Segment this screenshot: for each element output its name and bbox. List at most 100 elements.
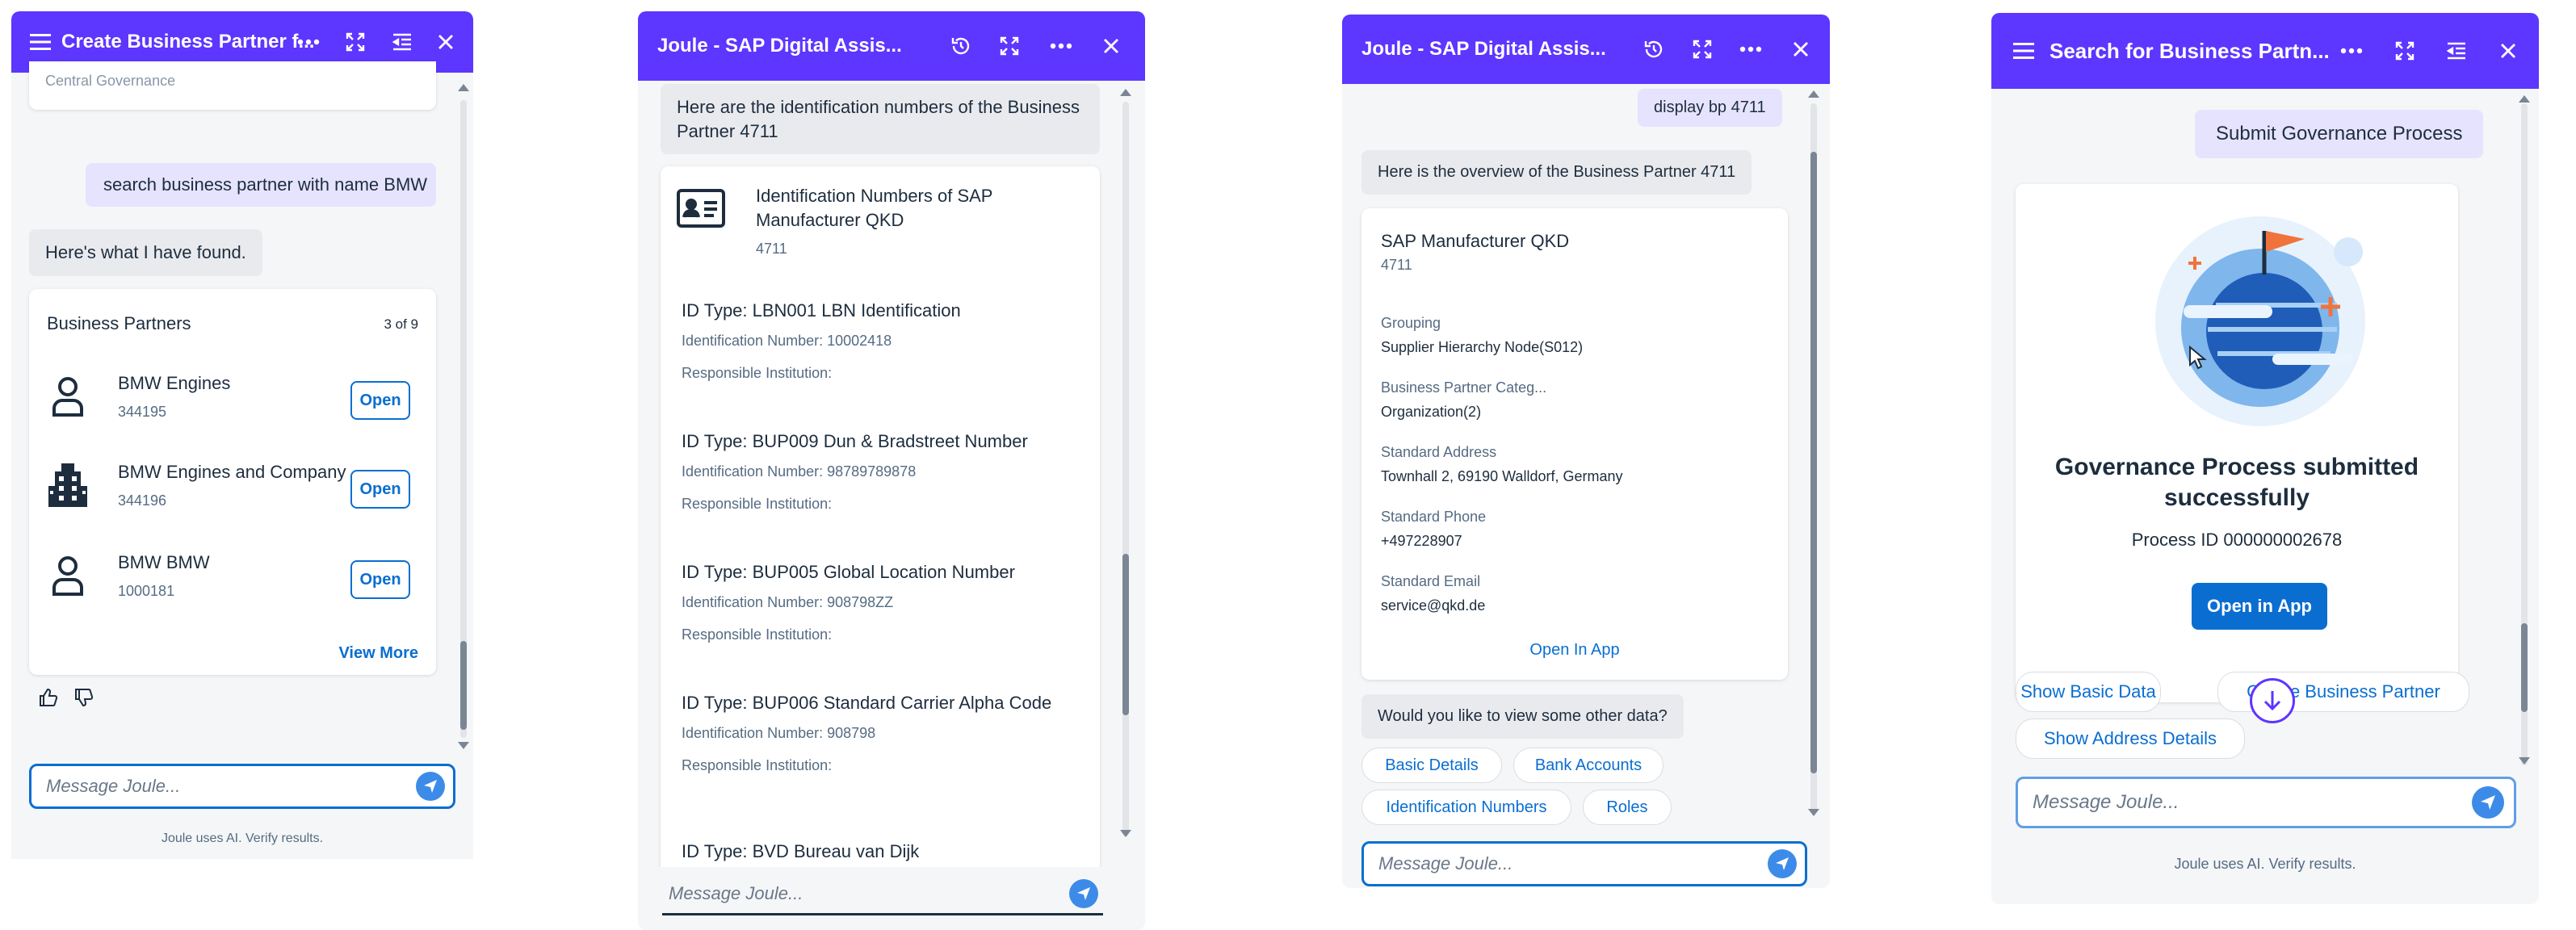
bot-message: Here is the overview of the Business Par… [1361, 150, 1752, 195]
message-input[interactable]: Message Joule... [1361, 841, 1807, 886]
identification-numbers-card: Identification Numbers of SAP Manufactur… [661, 166, 1100, 877]
bot-question: Would you like to view some other data? [1361, 694, 1684, 739]
id-number: Identification Number: 10002418 [682, 333, 892, 349]
view-more-link[interactable]: View More [338, 644, 418, 663]
bot-message-line2: Partner 4711 [677, 120, 778, 141]
open-in-app-link[interactable]: Open In App [1361, 641, 1788, 660]
more-options-icon[interactable] [2337, 36, 2366, 65]
open-button[interactable]: Open [350, 560, 410, 599]
open-in-app-button[interactable]: Open in App [2192, 583, 2327, 630]
person-icon [52, 555, 84, 600]
field-value: Townhall 2, 69190 Walldorf, Germany [1381, 468, 1623, 484]
id-type: ID Type: LBN001 LBN Identification [682, 300, 961, 320]
chip-show-address-details[interactable]: Show Address Details [2016, 718, 2245, 759]
scroll-to-bottom-icon[interactable] [2250, 678, 2295, 723]
partial-text: Central Governance [45, 73, 176, 89]
scrollbar[interactable] [460, 100, 467, 738]
panel-title: Create Business Partner f... [61, 31, 315, 52]
list-item[interactable]: BMW BMW 1000181 Open [29, 541, 436, 622]
menu-icon[interactable] [26, 27, 55, 57]
scrollbar[interactable] [2521, 103, 2528, 765]
fullscreen-icon[interactable] [2390, 36, 2419, 65]
scroll-up-arrow[interactable] [1120, 89, 1131, 96]
id-type-entry: ID Type: BUP009 Dun & Bradstreet Number … [661, 431, 1100, 528]
close-icon[interactable] [1097, 31, 1126, 61]
id-type: ID Type: BUP009 Dun & Bradstreet Number [682, 431, 1028, 451]
more-options-icon[interactable] [294, 27, 323, 57]
joule-panel-overview: Joule - SAP Digital Assis... display bp … [1342, 15, 1830, 888]
fullscreen-icon[interactable] [1688, 35, 1717, 64]
field-label: Business Partner Categ... [1381, 379, 1547, 396]
collapse-panel-icon[interactable] [388, 27, 417, 57]
chip-bank-accounts[interactable]: Bank Accounts [1513, 748, 1663, 783]
business-partner-overview-card: SAP Manufacturer QKD 4711 Grouping Suppl… [1361, 208, 1788, 680]
id-number: Identification Number: 908798 [682, 725, 876, 741]
scroll-up-arrow[interactable] [2519, 95, 2530, 103]
history-icon[interactable] [1639, 35, 1668, 64]
item-name: BMW Engines [118, 373, 231, 393]
list-item[interactable]: BMW Engines and Company 344196 Open [29, 450, 436, 531]
scroll-up-arrow[interactable] [1808, 90, 1819, 98]
item-id: 1000181 [118, 583, 175, 599]
send-icon[interactable] [2472, 786, 2504, 819]
field-label: Standard Phone [1381, 509, 1487, 525]
send-icon[interactable] [416, 772, 445, 801]
panel-title: Joule - SAP Digital Assis... [1361, 38, 1606, 60]
more-options-icon[interactable] [1736, 35, 1765, 64]
joule-panel-identification-numbers: Joule - SAP Digital Assis... Here are th… [638, 11, 1145, 930]
bot-message-line1: Here are the identification numbers of t… [677, 97, 1080, 117]
message-input[interactable]: Message Joule... [662, 873, 1103, 915]
send-icon[interactable] [1069, 878, 1098, 908]
chip-basic-details[interactable]: Basic Details [1361, 748, 1502, 783]
panel-header: Joule - SAP Digital Assis... [1342, 15, 1830, 84]
close-icon[interactable] [1786, 35, 1815, 64]
card-subtitle: 4711 [756, 241, 787, 257]
message-input[interactable]: Message Joule... [2016, 777, 2516, 828]
business-partners-card: Business Partners 3 of 9 BMW Engines 344… [29, 289, 436, 675]
thumbs-up-icon[interactable] [39, 688, 58, 711]
scrollbar[interactable] [1122, 102, 1129, 836]
thumbs-down-icon[interactable] [74, 688, 94, 711]
open-button[interactable]: Open [350, 470, 410, 509]
scroll-down-arrow[interactable] [2519, 757, 2530, 765]
list-item[interactable]: BMW Engines 344195 Open [29, 362, 436, 442]
success-title-line2: successfully [2163, 484, 2310, 511]
fullscreen-icon[interactable] [341, 27, 370, 57]
scrollbar-thumb[interactable] [2521, 623, 2528, 712]
person-icon [52, 376, 84, 421]
open-button[interactable]: Open [350, 381, 410, 420]
history-icon[interactable] [946, 31, 975, 61]
collapse-panel-icon[interactable] [2442, 36, 2471, 65]
panel-header: Joule - SAP Digital Assis... [638, 11, 1145, 81]
scrollbar-thumb[interactable] [1810, 152, 1817, 773]
close-icon[interactable] [2494, 36, 2523, 65]
id-card-icon [677, 189, 725, 232]
scrollbar[interactable] [1810, 103, 1817, 814]
chip-roles[interactable]: Roles [1583, 790, 1672, 825]
id-number: Identification Number: 98789789878 [682, 463, 917, 480]
user-message: display bp 4711 [1638, 89, 1782, 127]
scrollbar-thumb[interactable] [460, 641, 467, 730]
card-title: SAP Manufacturer QKD [1381, 231, 1570, 251]
scroll-up-arrow[interactable] [458, 84, 469, 91]
menu-icon[interactable] [2009, 36, 2038, 65]
chip-identification-numbers[interactable]: Identification Numbers [1361, 790, 1571, 825]
ai-disclaimer: Joule uses AI. Verify results. [161, 832, 324, 845]
process-id: Process ID 000000002678 [2131, 530, 2343, 550]
chip-show-basic-data[interactable]: Show Basic Data [2016, 672, 2161, 712]
scroll-down-arrow[interactable] [1808, 809, 1819, 816]
scroll-down-arrow[interactable] [1120, 830, 1131, 837]
send-icon[interactable] [1768, 849, 1797, 878]
scrollbar-thumb[interactable] [1122, 554, 1129, 715]
scroll-down-arrow[interactable] [458, 742, 469, 749]
more-options-icon[interactable] [1047, 31, 1076, 61]
id-type: ID Type: BUP005 Global Location Number [682, 562, 1015, 582]
previous-message-card: Central Governance [29, 61, 436, 110]
joule-panel-create-business-partner: Create Business Partner f... Central Gov… [11, 11, 473, 859]
close-icon[interactable] [431, 27, 460, 57]
id-type-entry: ID Type: BUP005 Global Location Number I… [661, 562, 1100, 659]
fullscreen-icon[interactable] [995, 31, 1024, 61]
joule-panel-governance-process: Search for Business Partn... Submit Gove… [1991, 13, 2539, 904]
message-input[interactable]: Message Joule... [29, 764, 455, 809]
success-title-line1: Governance Process submitted [2054, 454, 2419, 480]
